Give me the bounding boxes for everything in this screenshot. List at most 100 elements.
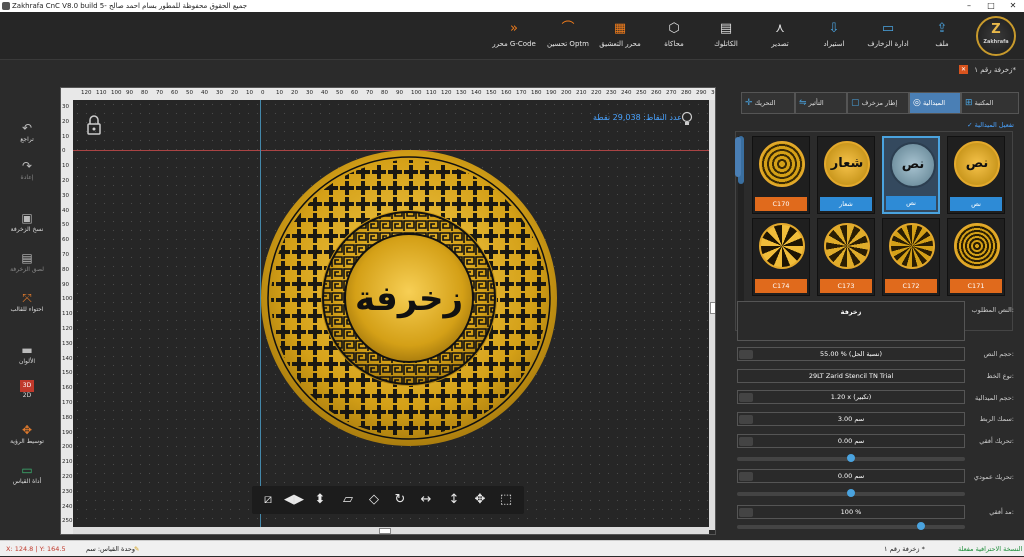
ruler-top-tick: 80 bbox=[141, 90, 148, 96]
tab-move[interactable]: ✛ التحريك bbox=[741, 92, 795, 114]
font-select[interactable]: 29LT Zarid Stencil TN Trial bbox=[737, 369, 965, 383]
close-doc-icon[interactable]: ✕ bbox=[959, 65, 968, 74]
tab-library[interactable]: ⊞ المكتبة bbox=[961, 92, 1019, 114]
gallery-item[interactable]: نص نص bbox=[947, 136, 1005, 214]
medal-size-input[interactable]: 1.20 x (تكبير) bbox=[737, 390, 965, 404]
ruler-left-tick: 110 bbox=[62, 311, 73, 318]
gallery-item[interactable]: C170 bbox=[752, 136, 810, 214]
medal-design[interactable]: زخرفة bbox=[259, 148, 559, 450]
ribbon-manage-button[interactable]: ▭ ادارة الزخارف bbox=[860, 18, 916, 54]
stretch-horizontal-icon[interactable]: ↔ bbox=[416, 490, 436, 510]
ribbon-catalog-button[interactable]: ▤ الكاتلوك bbox=[698, 18, 754, 54]
ruler-left-tick: 170 bbox=[62, 400, 73, 406]
flip-vertical-icon[interactable]: ⬍ bbox=[310, 490, 330, 510]
ruler-top-tick: 70 bbox=[156, 90, 163, 96]
center-view-button[interactable]: ✥ توسيط الرؤية bbox=[0, 422, 54, 445]
ribbon-export-button[interactable]: ⋏ تصدير bbox=[752, 18, 808, 54]
properties-panel: ⊞ المكتبة ◎ الميدالية ▢ إطار مزخرف ⇋ الت… bbox=[727, 87, 1020, 531]
ribbon-import-button[interactable]: ⇩ استيراد bbox=[806, 18, 862, 54]
gallery-item[interactable]: C174 bbox=[752, 218, 810, 296]
unit-indicator: وحدة القياس: سم bbox=[86, 545, 136, 553]
tab-effect[interactable]: ⇋ التأثير bbox=[795, 92, 847, 114]
ruler-left-tick: 190 bbox=[62, 429, 73, 436]
ruler-top-tick: 120 bbox=[441, 90, 452, 96]
ruler-top-tick: 270 bbox=[666, 90, 677, 96]
panel-scrollbar[interactable] bbox=[735, 137, 741, 177]
ribbon-optimize-button[interactable]: ⌒ تحسين Optm bbox=[540, 18, 596, 54]
copy-icon: ▣ bbox=[21, 211, 33, 225]
gallery-item[interactable]: شعار شعار bbox=[817, 136, 875, 214]
document-tabs: ✕ زخرفة رقم ١* bbox=[0, 60, 1024, 82]
ruler-left-tick: 230 bbox=[62, 488, 73, 495]
text-input[interactable]: زخرفة bbox=[737, 301, 965, 341]
gallery-item[interactable]: C171 bbox=[947, 218, 1005, 296]
gallery-item[interactable]: C172 bbox=[882, 218, 940, 296]
bulb-icon[interactable] bbox=[681, 111, 693, 130]
ribbon-file-button[interactable]: ⇪ ملف bbox=[914, 18, 970, 54]
move-icon: ✛ bbox=[745, 98, 753, 108]
ruler-top-tick: 180 bbox=[531, 90, 542, 96]
panel-tabs: ⊞ المكتبة ◎ الميدالية ▢ إطار مزخرف ⇋ الت… bbox=[741, 92, 1019, 114]
link-thickness-input[interactable]: 3.00 سم bbox=[737, 412, 965, 426]
ruler-top-tick: 300 bbox=[711, 90, 715, 96]
tab-frame[interactable]: ▢ إطار مزخرف bbox=[847, 92, 909, 114]
design-canvas[interactable]: 120 110 100 90 80 70 60 50 40 30 20 10 0 10 20 30 40 50 60… bbox=[60, 87, 716, 535]
gallery-item[interactable]: C173 bbox=[817, 218, 875, 296]
distort-icon[interactable]: ◇ bbox=[364, 490, 384, 510]
redo-button[interactable]: ↷ إعادة bbox=[0, 158, 54, 181]
ruler-top-tick: 80 bbox=[381, 90, 388, 96]
slash-edit-icon[interactable]: ⧄ bbox=[258, 490, 278, 510]
view-2d-button[interactable]: 3D 2D bbox=[0, 380, 54, 399]
vmove-slider[interactable] bbox=[737, 489, 965, 497]
font-label: نوع الخط: bbox=[986, 372, 1014, 380]
horizontal-scrollbar[interactable] bbox=[73, 527, 709, 534]
ruler-left-tick: 20 bbox=[62, 118, 69, 125]
skew-icon[interactable]: ▱ bbox=[338, 490, 358, 510]
ribbon-gcode-button[interactable]: » محرر G-Code bbox=[486, 18, 542, 54]
app-logo: Z Zakhrafa bbox=[976, 16, 1016, 56]
canvas-toolbar: ⧄ ◀▶ ⬍ ▱ ◇ ↻ ↔ ↕ ✥ ⬚ bbox=[252, 486, 524, 514]
stretch-vertical-icon[interactable]: ↕ bbox=[444, 490, 464, 510]
rotate-icon[interactable]: ↻ bbox=[390, 490, 410, 510]
copy-button[interactable]: ▣ نسخ الزخرفة bbox=[0, 210, 54, 233]
ruler-left-tick: 180 bbox=[62, 414, 73, 421]
ribbon-simulation-button[interactable]: ⬡ محاكاة bbox=[646, 18, 702, 54]
tab-document[interactable]: زخرفة رقم ١* bbox=[974, 66, 1016, 74]
ruler-top-tick: 0 bbox=[261, 90, 265, 96]
flip-horizontal-icon[interactable]: ◀▶ bbox=[284, 490, 304, 510]
ruler-top-tick: 150 bbox=[486, 90, 497, 96]
hmove-input[interactable]: 0.00 سم bbox=[737, 434, 965, 448]
ruler-top-tick: 200 bbox=[561, 90, 572, 96]
paste-icon: ▤ bbox=[21, 251, 33, 265]
hstretch-input[interactable]: 100 % bbox=[737, 505, 965, 519]
move-all-icon[interactable]: ✥ bbox=[470, 490, 490, 510]
maximize-button[interactable]: □ bbox=[980, 0, 1002, 12]
undo-button[interactable]: ↶ تراجع bbox=[0, 120, 54, 143]
vertical-scrollbar[interactable] bbox=[709, 100, 715, 530]
measure-button[interactable]: ▭ أداة القياس bbox=[0, 462, 54, 485]
center-view-icon: ✥ bbox=[21, 423, 33, 437]
window-title: Zakhrafa CnC V8.0 build 5- جميع الحقوق م… bbox=[12, 2, 248, 10]
fit-button[interactable]: ⤧ احتواء للقالب bbox=[0, 290, 54, 313]
text-size-input[interactable]: 55.00 % (نسبة الحل) bbox=[737, 347, 965, 361]
ruler-top-tick: 10 bbox=[276, 90, 283, 96]
hmove-slider[interactable] bbox=[737, 454, 965, 462]
undo-icon: ↶ bbox=[21, 121, 33, 135]
paste-button[interactable]: ▤ لصق الزخرفة bbox=[0, 250, 54, 273]
lock-icon[interactable] bbox=[86, 115, 101, 135]
ruler-top-tick: 20 bbox=[291, 90, 298, 96]
ruler-left-tick: 240 bbox=[62, 503, 73, 510]
minimize-button[interactable]: – bbox=[958, 0, 980, 12]
enable-medal-checkbox[interactable]: ✓ تفعيل الميدالية bbox=[967, 121, 1014, 129]
gallery-item[interactable]: نص نص bbox=[882, 136, 940, 214]
vmove-input[interactable]: 0.00 سم bbox=[737, 469, 965, 483]
points-count: عدد النقاط: 29,038 نقطة bbox=[593, 113, 682, 122]
hstretch-slider[interactable] bbox=[737, 522, 965, 530]
colors-button[interactable]: ▬ الألوان bbox=[0, 342, 54, 365]
pencil-icon: ✎ bbox=[134, 545, 140, 553]
resize-icon[interactable]: ⬚ bbox=[496, 490, 516, 510]
ribbon-editor-button[interactable]: ▦ محرر التعشيق bbox=[592, 18, 648, 54]
tab-medal[interactable]: ◎ الميدالية bbox=[909, 92, 961, 114]
close-button[interactable]: ✕ bbox=[1002, 0, 1024, 12]
ruler-left-tick: 100 bbox=[62, 296, 73, 303]
